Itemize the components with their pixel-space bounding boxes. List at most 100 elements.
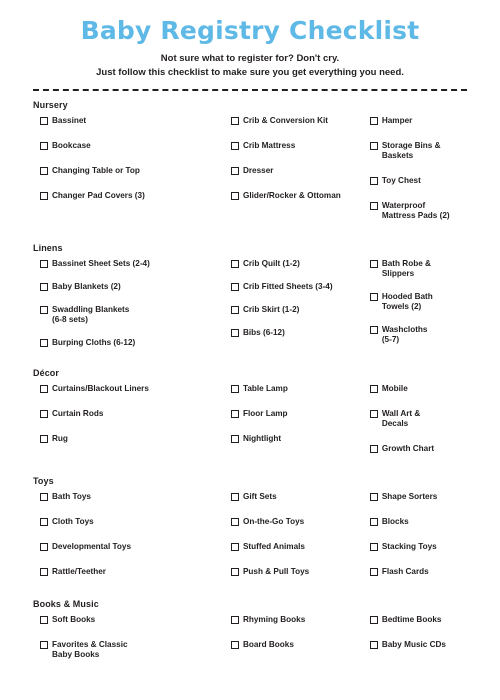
checklist-item[interactable]: On-the-Go Toys <box>224 517 357 527</box>
checkbox-icon[interactable] <box>40 306 48 314</box>
checkbox-icon[interactable] <box>230 167 239 175</box>
checklist-item[interactable]: Storage Bins & Baskets <box>363 141 461 161</box>
checklist-item[interactable]: Gift Sets <box>224 492 357 502</box>
checklist-item[interactable]: Nightlight <box>224 434 357 444</box>
checklist-item[interactable]: Rug <box>33 434 218 444</box>
checkbox-icon[interactable] <box>40 142 48 150</box>
checklist-item[interactable]: Bath Robe & Slippers <box>363 259 461 279</box>
checklist-item[interactable]: Flash Cards <box>363 567 461 577</box>
checklist-item[interactable]: Burping Cloths (6-12) <box>33 338 218 348</box>
checkbox-icon[interactable] <box>40 260 48 268</box>
checklist-item[interactable]: Bassinet <box>33 116 218 126</box>
checklist-item[interactable]: Toy Chest <box>363 176 461 186</box>
checkbox-icon[interactable] <box>40 283 48 291</box>
checkbox-icon[interactable] <box>40 518 48 526</box>
checkbox-icon[interactable] <box>369 410 378 418</box>
checklist-item[interactable]: Changing Table or Top <box>33 166 218 176</box>
checkbox-icon[interactable] <box>40 543 48 551</box>
checklist-item[interactable]: Rhyming Books <box>224 615 357 625</box>
checklist-item[interactable]: Cloth Toys <box>33 517 218 527</box>
checkbox-icon[interactable] <box>369 493 378 501</box>
checklist-item[interactable]: Swaddling Blankets (6-8 sets) <box>33 305 218 325</box>
checkbox-icon[interactable] <box>369 142 378 150</box>
checkbox-icon[interactable] <box>40 493 48 501</box>
checkbox-icon[interactable] <box>230 260 239 268</box>
checklist-item[interactable]: Crib Fitted Sheets (3-4) <box>224 282 357 292</box>
checklist-item[interactable]: Crib Skirt (1-2) <box>224 305 357 315</box>
checklist-item[interactable]: Curtain Rods <box>33 409 218 419</box>
checkbox-icon[interactable] <box>369 568 378 576</box>
checkbox-icon[interactable] <box>369 616 378 624</box>
checkbox-icon[interactable] <box>230 493 239 501</box>
checklist-item[interactable]: Board Books <box>224 640 357 650</box>
checklist-item[interactable]: Mobile <box>363 384 461 394</box>
checkbox-icon[interactable] <box>230 385 239 393</box>
checkbox-icon[interactable] <box>369 326 378 334</box>
checklist-item[interactable]: Growth Chart <box>363 444 461 454</box>
checklist-item[interactable]: Crib & Conversion Kit <box>224 116 357 126</box>
checkbox-icon[interactable] <box>230 329 239 337</box>
checklist-item[interactable]: Washcloths (5-7) <box>363 325 461 345</box>
checkbox-icon[interactable] <box>40 192 48 200</box>
checklist-item[interactable]: Bookcase <box>33 141 218 151</box>
checklist-item[interactable]: Hamper <box>363 116 461 126</box>
checkbox-icon[interactable] <box>369 177 378 185</box>
checkbox-icon[interactable] <box>369 518 378 526</box>
checkbox-icon[interactable] <box>40 435 48 443</box>
checkbox-icon[interactable] <box>230 435 239 443</box>
checkbox-icon[interactable] <box>40 385 48 393</box>
checkbox-icon[interactable] <box>369 641 378 649</box>
checklist-item[interactable]: Blocks <box>363 517 461 527</box>
checkbox-icon[interactable] <box>230 518 239 526</box>
checklist-item[interactable]: Baby Music CDs <box>363 640 461 650</box>
checkbox-icon[interactable] <box>40 167 48 175</box>
checklist-item[interactable]: Rattle/Teether <box>33 567 218 577</box>
checkbox-icon[interactable] <box>369 202 378 210</box>
checkbox-icon[interactable] <box>230 641 239 649</box>
checklist-item[interactable]: Waterproof Mattress Pads (2) <box>363 201 461 221</box>
checkbox-icon[interactable] <box>369 445 378 453</box>
checkbox-icon[interactable] <box>230 283 239 291</box>
checkbox-icon[interactable] <box>369 385 378 393</box>
checklist-item[interactable]: Bath Toys <box>33 492 218 502</box>
checklist-item[interactable]: Bibs (6-12) <box>224 328 357 338</box>
checkbox-icon[interactable] <box>230 410 239 418</box>
checkbox-icon[interactable] <box>40 117 48 125</box>
checkbox-icon[interactable] <box>40 616 48 624</box>
checklist-item[interactable]: Favorites & Classic Baby Books <box>33 640 218 660</box>
checklist-item[interactable]: Floor Lamp <box>224 409 357 419</box>
checkbox-icon[interactable] <box>230 568 239 576</box>
checklist-item[interactable]: Bedtime Books <box>363 615 461 625</box>
checkbox-icon[interactable] <box>230 616 239 624</box>
checklist-item[interactable]: Dresser <box>224 166 357 176</box>
checkbox-icon[interactable] <box>230 117 239 125</box>
checkbox-icon[interactable] <box>40 641 48 649</box>
checkbox-icon[interactable] <box>40 568 48 576</box>
checkbox-icon[interactable] <box>369 260 378 268</box>
checklist-item[interactable]: Baby Blankets (2) <box>33 282 218 292</box>
checkbox-icon[interactable] <box>230 192 239 200</box>
checklist-item[interactable]: Crib Quilt (1-2) <box>224 259 357 269</box>
checklist-item[interactable]: Push & Pull Toys <box>224 567 357 577</box>
checkbox-icon[interactable] <box>230 142 239 150</box>
checklist-item[interactable]: Changer Pad Covers (3) <box>33 191 218 201</box>
checkbox-icon[interactable] <box>40 339 48 347</box>
checkbox-icon[interactable] <box>40 410 48 418</box>
checklist-item[interactable]: Glider/Rocker & Ottoman <box>224 191 357 201</box>
checklist-item[interactable]: Curtains/Blackout Liners <box>33 384 218 394</box>
checkbox-icon[interactable] <box>230 306 239 314</box>
checklist-item[interactable]: Shape Sorters <box>363 492 461 502</box>
checklist-item[interactable]: Table Lamp <box>224 384 357 394</box>
checklist-item[interactable]: Soft Books <box>33 615 218 625</box>
checklist-item[interactable]: Hooded Bath Towels (2) <box>363 292 461 312</box>
checkbox-icon[interactable] <box>369 543 378 551</box>
checklist-item[interactable]: Stacking Toys <box>363 542 461 552</box>
checkbox-icon[interactable] <box>369 117 378 125</box>
checkbox-icon[interactable] <box>369 293 378 301</box>
checklist-item[interactable]: Wall Art & Decals <box>363 409 461 429</box>
checklist-item[interactable]: Bassinet Sheet Sets (2-4) <box>33 259 218 269</box>
checkbox-icon[interactable] <box>230 543 239 551</box>
checklist-item[interactable]: Developmental Toys <box>33 542 218 552</box>
checklist-item[interactable]: Crib Mattress <box>224 141 357 151</box>
checklist-item[interactable]: Stuffed Animals <box>224 542 357 552</box>
